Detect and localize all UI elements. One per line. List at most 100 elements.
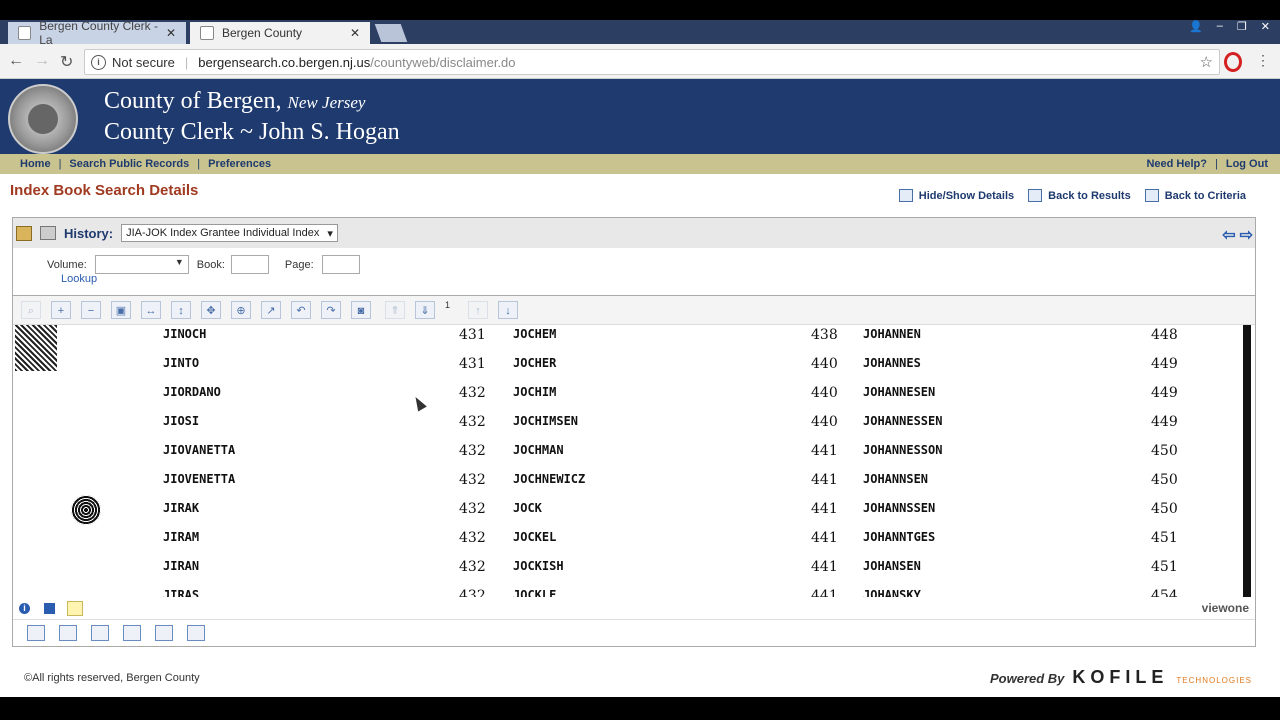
lookup-link[interactable]: Lookup	[61, 273, 97, 285]
capture-icon[interactable]: ◙	[351, 301, 371, 319]
book-input[interactable]	[230, 255, 269, 274]
zoom-box-icon[interactable]: ⌕	[21, 301, 41, 319]
reload-icon[interactable]: ↻	[60, 52, 73, 72]
tile-layout-icon[interactable]	[187, 625, 205, 641]
browser-tab-active[interactable]: Bergen County ✕	[190, 22, 370, 44]
next-page-icon[interactable]: ↓	[498, 301, 519, 319]
entry-page: 441	[811, 588, 838, 597]
lookup-row: Volume: ▼ Book: Page:	[47, 255, 360, 274]
zoom-in-icon[interactable]: +	[51, 301, 71, 319]
entry-page: 441	[811, 472, 838, 488]
page-number: 1	[445, 300, 451, 310]
fit-width-icon[interactable]: ↔	[141, 301, 161, 319]
opera-icon[interactable]	[1224, 52, 1242, 72]
print-icon[interactable]	[40, 226, 56, 240]
prev-arrow-icon[interactable]: ⇦	[1222, 225, 1235, 245]
horizontal-layout-icon[interactable]	[123, 625, 141, 641]
back-icon[interactable]: ←	[8, 52, 24, 70]
back-to-results-link[interactable]: Back to Results	[1028, 189, 1131, 202]
entry-name: JINOCH	[163, 327, 207, 341]
rotate-right-icon[interactable]: ↷	[321, 301, 341, 319]
single-page-layout-icon[interactable]	[27, 625, 45, 641]
history-label: History:	[64, 225, 114, 241]
nav-log-out[interactable]: Log Out	[1226, 158, 1268, 170]
powered-by: Powered By KOFILE TECHNOLOGIES	[990, 667, 1252, 688]
entry-name: JIRAN	[163, 559, 200, 573]
entry-name: JOHANSEN	[863, 559, 921, 573]
back-to-criteria-link[interactable]: Back to Criteria	[1144, 189, 1246, 202]
entry-page: 432	[459, 530, 486, 546]
url-separator: |	[184, 54, 189, 70]
entry-page: 449	[1151, 385, 1178, 401]
viewer-toolbar: ⌕ + − ▣ ↔ ↕ ✥ ⊕ ↗ ↶ ↷ ◙ ⇑ ⇓ 1 ↑ ↓	[13, 296, 1255, 325]
copyright: ©All rights reserved, Bergen County	[24, 672, 200, 684]
next-arrow-icon[interactable]: ⇨	[1240, 225, 1253, 245]
entry-name: JOCK	[513, 501, 542, 515]
two-page-layout-icon[interactable]	[91, 625, 109, 641]
entry-name: JOHANSKY	[863, 588, 921, 597]
info-icon[interactable]: i	[19, 602, 30, 614]
hide-show-details-link[interactable]: Hide/Show Details	[898, 189, 1014, 202]
note-icon[interactable]	[67, 600, 83, 616]
zoom-out-icon[interactable]: −	[81, 301, 101, 319]
entry-name: JOCHEM	[513, 327, 557, 341]
fit-height-icon[interactable]: ↕	[171, 301, 191, 319]
volume-select[interactable]: ▼	[94, 255, 189, 274]
nav-preferences[interactable]: Preferences	[208, 158, 271, 170]
document-image[interactable]: JINOCH 431 JOCHEM 438 JOHANNEN 448 JINTO 431 JOC…	[13, 325, 1255, 597]
nav-need-help[interactable]: Need Help?	[1146, 158, 1207, 170]
entry-name: JIOVANETTA	[163, 443, 236, 457]
page-input[interactable]	[321, 255, 360, 274]
info-icon[interactable]: i	[91, 54, 106, 70]
layout-bar	[13, 619, 1255, 646]
prev-page-icon[interactable]: ↑	[468, 301, 489, 319]
first-page-icon[interactable]: ⇑	[385, 301, 405, 319]
user-icon[interactable]: 👤	[1189, 20, 1203, 33]
entry-page: 438	[811, 327, 838, 343]
bookmark-star-icon[interactable]: ☆	[1200, 53, 1213, 71]
scan-edge	[1243, 325, 1251, 597]
entry-page: 441	[811, 559, 838, 575]
browser-menu-icon[interactable]: ⋮	[1256, 52, 1270, 69]
zoom-fit-icon[interactable]: ▣	[111, 301, 131, 319]
tab-label: Bergen County	[222, 26, 303, 40]
history-select[interactable]: JIA-JOK Index Grantee Individual Index ▾	[121, 224, 338, 242]
checkbox-icon[interactable]	[44, 602, 55, 614]
magnifier-icon[interactable]: ⊕	[231, 301, 251, 319]
entry-name: JOCHNEWICZ	[513, 472, 586, 486]
restore-icon[interactable]: ❐	[1237, 20, 1247, 33]
rotate-icon[interactable]: ↗	[261, 301, 281, 319]
browser-tab-inactive[interactable]: Bergen County Clerk - La ✕	[8, 19, 186, 47]
grid-layout-icon[interactable]	[59, 625, 77, 641]
close-icon[interactable]: ✕	[350, 26, 360, 40]
book-label: Book:	[196, 258, 225, 271]
entry-page: 432	[459, 443, 486, 459]
vertical-layout-icon[interactable]	[155, 625, 173, 641]
entry-name: JIRAK	[163, 501, 200, 515]
history-panel: History: JIA-JOK Index Grantee Individua…	[12, 217, 1256, 296]
details-icon	[898, 189, 913, 202]
download-icon[interactable]: ⇓	[415, 301, 435, 319]
new-tab-button[interactable]	[374, 24, 408, 42]
close-icon[interactable]: ✕	[166, 26, 176, 40]
county-seal-logo	[8, 84, 78, 154]
nav-search-public-records[interactable]: Search Public Records	[69, 158, 189, 170]
minimize-icon[interactable]: –	[1217, 20, 1223, 33]
entry-page: 448	[1151, 327, 1178, 343]
url-input[interactable]: i Not secure | bergensearch.co.bergen.nj…	[84, 49, 1220, 75]
pan-icon[interactable]: ✥	[201, 301, 221, 319]
open-folder-icon[interactable]	[16, 225, 32, 241]
entry-name: JOHANNSEN	[863, 472, 929, 486]
forward-icon[interactable]: →	[34, 52, 50, 70]
url-path: /countyweb/disclaimer.do	[370, 54, 516, 70]
main-menu: Home | Search Public Records | Preferences…	[0, 154, 1280, 174]
close-window-icon[interactable]: ✕	[1261, 20, 1270, 33]
page-arrows: ⇦ ⇨	[1222, 225, 1253, 245]
nav-home[interactable]: Home	[20, 158, 51, 170]
entry-page: 449	[1151, 356, 1178, 372]
kofile-logo: KOFILE	[1072, 667, 1169, 687]
entry-name: JOHANNESSEN	[863, 414, 943, 428]
rotate-left-icon[interactable]: ↶	[291, 301, 311, 319]
entry-page: 432	[459, 385, 486, 401]
document-row: JIRAM 432 JOCKEL 441 JOHANNTGES 451	[13, 530, 1233, 550]
